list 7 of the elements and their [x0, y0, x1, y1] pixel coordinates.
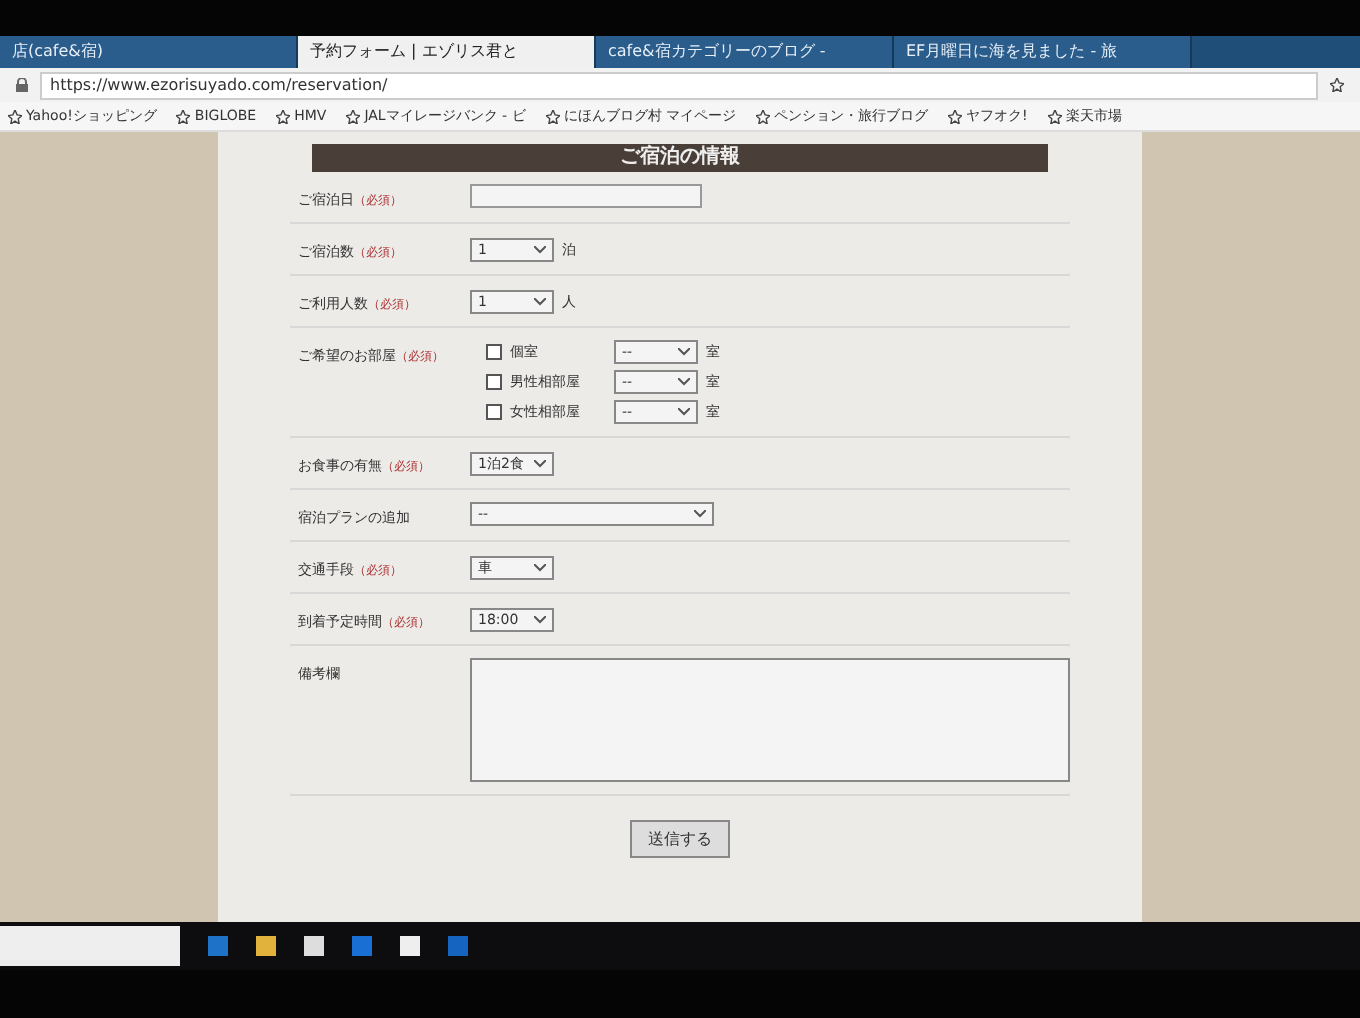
browser-tab[interactable]: 店(cafe&宿) [0, 36, 298, 68]
address-bar[interactable]: https://www.ezorisuyado.com/reservation/ [40, 71, 1318, 99]
browser-tab[interactable]: 予約フォーム | エゾリス君と [298, 36, 596, 68]
browser-tab[interactable]: cafe&宿カテゴリーのブログ - [596, 36, 894, 68]
section-header: ご宿泊の情報 [312, 144, 1048, 172]
browser-tab[interactable]: EF月曜日に海を見ました - 旅 [894, 36, 1192, 68]
submit-button[interactable]: 送信する [630, 820, 730, 858]
